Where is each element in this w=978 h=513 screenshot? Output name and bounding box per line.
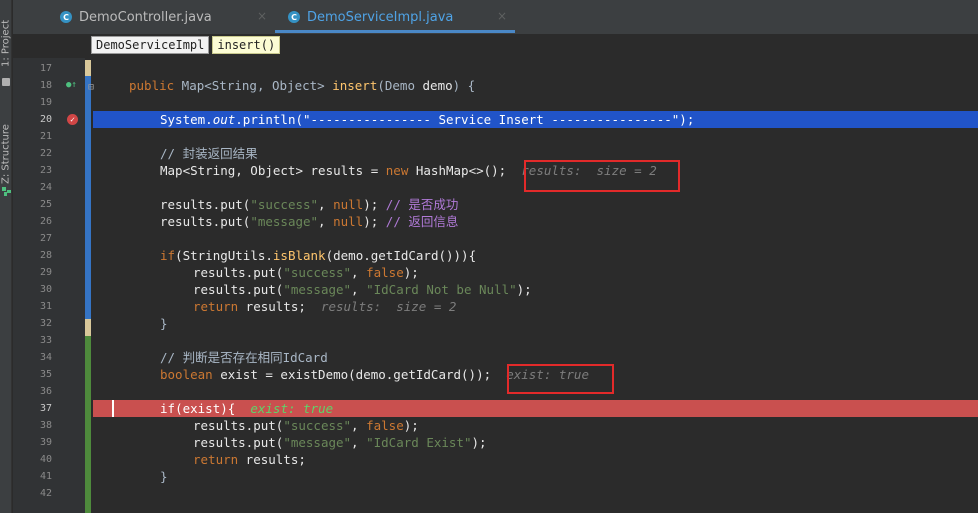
structure-icon[interactable] <box>2 187 11 196</box>
line-number: 25 <box>40 199 53 210</box>
line-number: 34 <box>40 352 53 363</box>
line-number: 31 <box>40 301 53 312</box>
code-line: 41 } <box>13 468 978 485</box>
annotation-box-exist <box>507 364 614 394</box>
code-text: results.put("success", null); // 是否成功 <box>160 197 459 212</box>
line-number: 40 <box>40 454 53 465</box>
line-number: 17 <box>40 63 53 74</box>
java-class-icon: C <box>60 11 72 23</box>
inline-debug-value: exist: true <box>250 401 334 416</box>
line-number: 18 <box>40 80 53 91</box>
line-number: 24 <box>40 182 53 193</box>
line-number: 22 <box>40 148 53 159</box>
line-number: 33 <box>40 335 53 346</box>
line-number: 26 <box>40 216 53 227</box>
line-number: 36 <box>40 386 53 397</box>
line-number: 35 <box>40 369 53 380</box>
code-line: 25 results.put("success", null); // 是否成功 <box>13 196 978 213</box>
code-line: 31 return results; results: size = 2 <box>13 298 978 315</box>
line-number: 37 <box>40 403 53 414</box>
java-class-icon: C <box>288 11 300 23</box>
code-line: 30 results.put("message", "IdCard Not be… <box>13 281 978 298</box>
line-number: 38 <box>40 420 53 431</box>
code-text: results.put("message", "IdCard Not be Nu… <box>193 282 532 297</box>
editor-tab-bar: C DemoController.java × C DemoServiceImp… <box>13 0 978 34</box>
line-number: 29 <box>40 267 53 278</box>
code-text: results.put("message", null); // 返回信息 <box>160 214 459 229</box>
tab-demo-service-impl[interactable]: C DemoServiceImpl.java <box>288 7 453 27</box>
code-line: 36 <box>13 383 978 400</box>
inline-debug-value: results: size = 2 <box>320 299 457 314</box>
active-tab-indicator <box>275 30 515 33</box>
line-number: 27 <box>40 233 53 244</box>
code-line: 39 results.put("message", "IdCard Exist"… <box>13 434 978 451</box>
code-line: 34 // 判断是否存在相同IdCard <box>13 349 978 366</box>
line-number: 23 <box>40 165 53 176</box>
code-line: 18 ●↑ public Map<String, Object> insert(… <box>13 77 978 94</box>
code-text: public Map<String, Object> insert(Demo d… <box>129 78 476 93</box>
structure-tool-button[interactable]: Z: Structure <box>0 112 12 196</box>
annotation-box-results <box>524 160 680 192</box>
tab-label: DemoServiceImpl.java <box>307 9 454 25</box>
execution-point-line: 20 ✓ System.out.println("---------------… <box>13 111 978 128</box>
tab-label: DemoController.java <box>79 9 212 25</box>
code-line: 23 Map<String, Object> results = new Has… <box>13 162 978 179</box>
code-line: 19 <box>13 94 978 111</box>
line-number: 19 <box>40 97 53 108</box>
code-line: 42 <box>13 485 978 502</box>
code-line: 17 <box>13 60 978 77</box>
code-line: 29 results.put("success", false); <box>13 264 978 281</box>
code-line: 26 results.put("message", null); // 返回信息 <box>13 213 978 230</box>
text-caret <box>112 400 114 417</box>
code-text: results.put("success", false); <box>193 418 419 433</box>
code-comment: // 判断是否存在相同IdCard <box>160 350 328 365</box>
close-tab-icon[interactable]: × <box>497 9 507 23</box>
tool-window-strip: 1: Project Z: Structure <box>0 0 12 513</box>
project-tool-button[interactable]: 1: Project <box>0 12 12 74</box>
code-text: results.put("message", "IdCard Exist"); <box>193 435 487 450</box>
code-line: 33 <box>13 332 978 349</box>
code-line: 32 } <box>13 315 978 332</box>
line-number: 30 <box>40 284 53 295</box>
project-icon[interactable] <box>2 78 10 86</box>
code-text: if(exist){ exist: true <box>160 401 334 416</box>
code-line: 27 <box>13 230 978 247</box>
code-text: } <box>160 469 168 484</box>
line-number: 32 <box>40 318 53 329</box>
code-text: System.out.println("---------------- Ser… <box>160 112 695 127</box>
code-line: 28 if(StringUtils.isBlank(demo.getIdCard… <box>13 247 978 264</box>
breadcrumb-class[interactable]: DemoServiceImpl <box>91 36 210 54</box>
implements-arrow-icon[interactable]: ●↑ <box>66 80 77 91</box>
breakpoint-check-icon[interactable]: ✓ <box>67 114 78 125</box>
line-number: 42 <box>40 488 53 499</box>
line-number: 39 <box>40 437 53 448</box>
code-text: return results; results: size = 2 <box>193 299 457 314</box>
code-comment: // 封装返回结果 <box>160 146 258 161</box>
close-tab-icon[interactable]: × <box>257 9 267 23</box>
code-text: if(StringUtils.isBlank(demo.getIdCard())… <box>160 248 477 263</box>
code-text: return results; <box>193 452 306 467</box>
current-line: 37 if(exist){ exist: true <box>13 400 978 417</box>
code-line: 40 return results; <box>13 451 978 468</box>
code-line: 22 // 封装返回结果 <box>13 145 978 162</box>
line-number: 20 <box>40 114 53 125</box>
code-text: } <box>160 316 168 331</box>
breadcrumb: DemoServiceImpl insert() <box>91 36 281 54</box>
breadcrumb-method[interactable]: insert() <box>212 36 281 54</box>
tab-demo-controller[interactable]: C DemoController.java <box>60 7 212 27</box>
line-number: 41 <box>40 471 53 482</box>
line-number: 28 <box>40 250 53 261</box>
code-line: 21 <box>13 128 978 145</box>
code-text: results.put("success", false); <box>193 265 419 280</box>
line-number: 21 <box>40 131 53 142</box>
code-line: 24 <box>13 179 978 196</box>
code-line: 38 results.put("success", false); <box>13 417 978 434</box>
code-line: 35 boolean exist = existDemo(demo.getIdC… <box>13 366 978 383</box>
